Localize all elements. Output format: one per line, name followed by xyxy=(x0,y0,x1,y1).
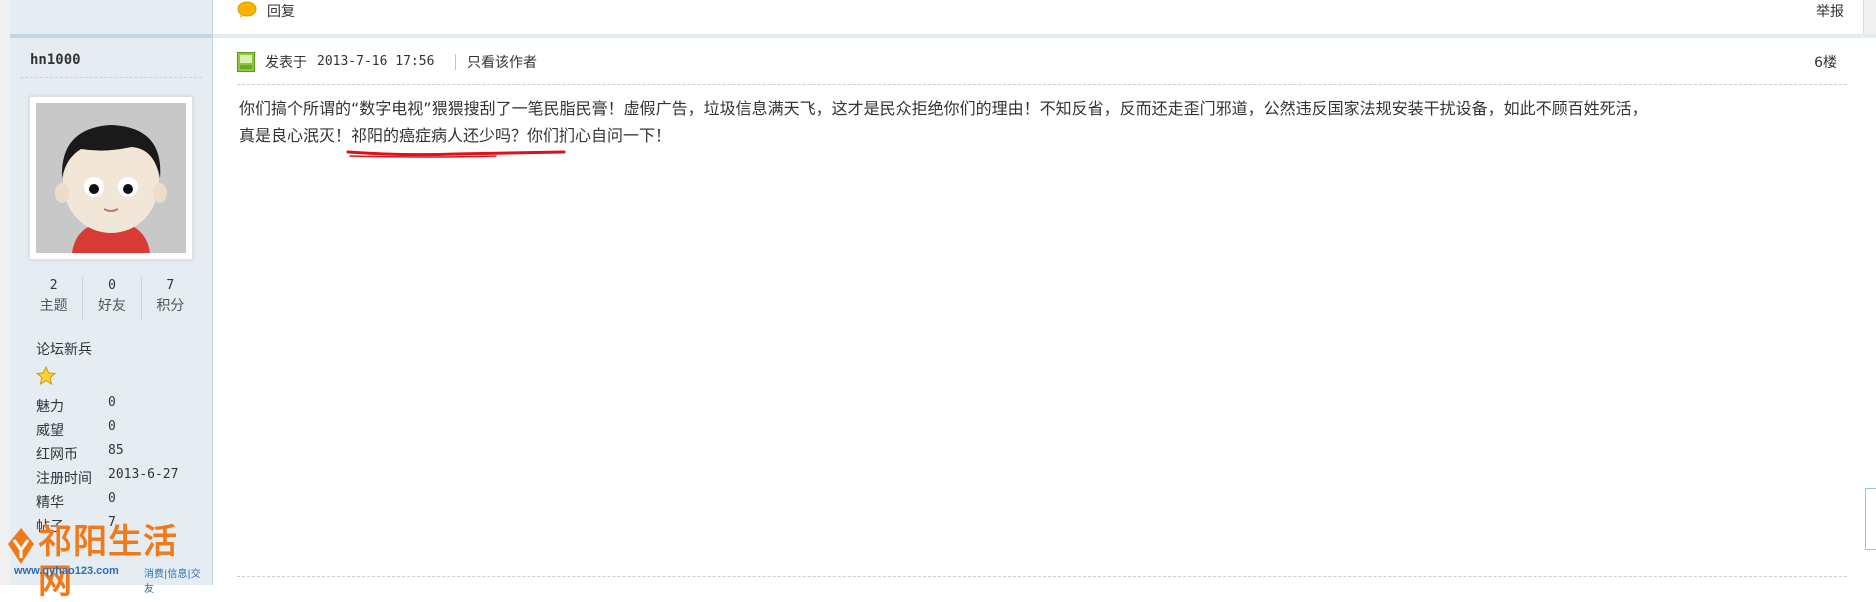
watermark-logo-icon xyxy=(8,528,34,564)
prop-label: 注册时间 xyxy=(36,471,92,487)
prop-value: 2013-6-27 xyxy=(108,467,179,482)
prop-row: 威望 0 xyxy=(36,419,178,443)
floor-number[interactable]: 6楼 xyxy=(1814,52,1837,72)
author-sidebar: hn1000 2 主题 0 好友 7 积分 论坛新兵 魅力 0 威望 0 红网币… xyxy=(10,0,213,585)
post-text-segment: 真是良心泯灭！ xyxy=(239,126,352,145)
prop-label: 红网币 xyxy=(36,447,78,463)
prop-label: 魅力 xyxy=(36,399,64,415)
post-text-line: 你们搞个所谓的“数字电视”猥猥搜刮了一笔民脂民膏！虚假广告，垃圾信息满天飞，这才… xyxy=(239,99,1648,118)
prop-row: 红网币 85 xyxy=(36,443,178,467)
watermark-url: www.qyhao123.com xyxy=(14,565,119,577)
left-margin xyxy=(0,0,10,585)
user-rank[interactable]: 论坛新兵 xyxy=(36,339,92,359)
watermark-tags: 消费|信息|交友 xyxy=(144,569,201,595)
red-underline-annotation xyxy=(346,150,566,158)
prop-value: 0 xyxy=(108,419,116,434)
username-divider xyxy=(20,77,202,78)
scrollbar-track[interactable] xyxy=(1863,0,1876,34)
stat-friends[interactable]: 0 好友 xyxy=(83,277,142,321)
avatar-image xyxy=(36,103,186,253)
author-only-link[interactable]: 只看该作者 xyxy=(467,52,537,72)
stat-value: 0 xyxy=(108,278,116,293)
prop-row: 注册时间 2013-6-27 xyxy=(36,467,178,491)
header-separator xyxy=(455,54,456,70)
reply-button[interactable]: 回复 xyxy=(267,1,295,21)
prop-row: 精华 0 xyxy=(36,491,178,515)
site-watermark: 祁阳生活网 www.qyhao123.com 消费|信息|交友 xyxy=(6,522,206,602)
post-header-divider xyxy=(237,84,1847,85)
side-float-tab[interactable] xyxy=(1865,488,1876,550)
stat-points[interactable]: 7 积分 xyxy=(142,277,199,321)
prop-value: 0 xyxy=(108,395,116,410)
prop-value: 0 xyxy=(108,491,116,506)
stat-threads[interactable]: 2 主题 xyxy=(25,277,84,321)
rank-star-icon xyxy=(36,366,56,386)
stat-label: 积分 xyxy=(156,298,185,314)
user-properties: 魅力 0 威望 0 红网币 85 注册时间 2013-6-27 精华 0 帖子 … xyxy=(36,395,178,539)
post-bottom-divider xyxy=(237,576,1847,577)
stat-value: 7 xyxy=(166,278,175,293)
prop-label: 精华 xyxy=(36,495,64,511)
stat-label: 好友 xyxy=(97,298,126,314)
sidebar-top-bar xyxy=(10,0,212,38)
stat-value: 2 xyxy=(49,278,58,293)
post-content: 你们搞个所谓的“数字电视”猥猥搜刮了一笔民脂民膏！虚假广告，垃圾信息满天飞，这才… xyxy=(239,95,1839,149)
highlighted-text: 祁阳的癌症病人还少吗？ xyxy=(351,126,528,145)
prop-value: 85 xyxy=(108,443,124,458)
posted-label: 发表于 xyxy=(265,55,307,71)
post-timestamp: 2013-7-16 17:56 xyxy=(317,54,435,69)
post-text-segment: 你们扪心自问一下！ xyxy=(527,126,672,145)
post-header: 发表于 2013-7-16 17:56 只看该作者 6楼 xyxy=(237,50,1847,78)
post-action-bar: 回复 举报 xyxy=(213,0,1876,38)
reply-bubble-icon xyxy=(237,1,257,18)
prop-label: 威望 xyxy=(36,423,64,439)
stat-label: 主题 xyxy=(39,298,68,314)
online-status-icon xyxy=(237,52,255,72)
report-button[interactable]: 举报 xyxy=(1816,1,1844,21)
avatar[interactable] xyxy=(29,96,193,260)
author-username[interactable]: hn1000 xyxy=(30,52,81,68)
prop-row: 魅力 0 xyxy=(36,395,178,419)
post-text-line: 真是良心泯灭！祁阳的癌症病人还少吗？你们扪心自问一下！ xyxy=(239,122,1839,149)
user-stats: 2 主题 0 好友 7 积分 xyxy=(25,277,199,321)
